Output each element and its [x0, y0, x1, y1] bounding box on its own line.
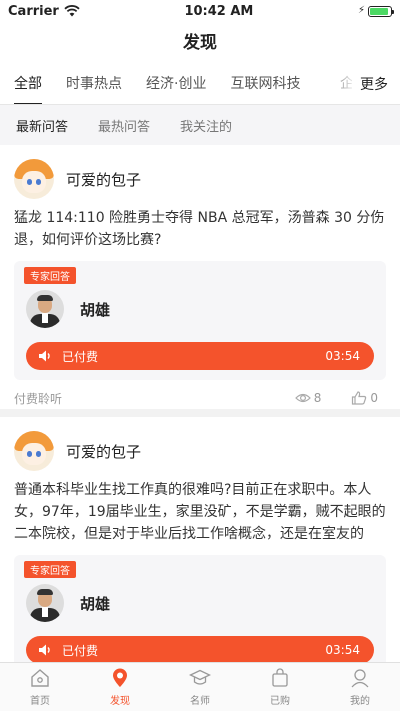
tab-current-affairs[interactable]: 时事热点 [66, 64, 122, 104]
expert-name[interactable]: 胡雄 [80, 593, 110, 614]
more-categories-label: 更多 [360, 77, 388, 93]
view-count: 8 [294, 391, 322, 405]
tab-purchased-label: 已购 [270, 696, 290, 707]
graduation-cap-icon [189, 669, 211, 685]
clock: 10:42 AM [184, 3, 254, 19]
paid-label: 已付费 [62, 643, 99, 658]
author-name[interactable]: 可爱的包子 [66, 169, 141, 190]
question-text[interactable]: 猛龙 114:110 险胜勇士夺得 NBA 总冠军，汤普森 30 分伤退，如何评… [14, 207, 386, 251]
tab-discover[interactable]: 发现 [80, 663, 160, 711]
author-name[interactable]: 可爱的包子 [66, 441, 141, 462]
audio-play-button[interactable]: 已付费 03:54 [26, 636, 374, 664]
home-icon [31, 669, 49, 687]
tab-all[interactable]: 全部 [14, 64, 42, 104]
author-row: 可爱的包子 [14, 423, 386, 479]
audio-play-button[interactable]: 已付费 03:54 [26, 342, 374, 370]
tab-home[interactable]: 首页 [0, 663, 80, 711]
subtab-hottest[interactable]: 最热问答 [98, 116, 150, 135]
expert-name[interactable]: 胡雄 [80, 299, 110, 320]
speaker-icon [39, 350, 50, 362]
avatar[interactable] [14, 159, 54, 199]
audio-duration: 03:54 [325, 643, 360, 657]
like-count-value: 0 [370, 391, 378, 405]
avatar[interactable] [14, 431, 54, 471]
tab-internet-tech[interactable]: 互联网科技 [230, 64, 300, 104]
paid-listen-label: 付费聆听 [14, 391, 63, 406]
expert-answer-box: 专家回答 胡雄 已付费 03:54 [14, 555, 386, 674]
expert-row: 胡雄 [26, 580, 374, 626]
battery-icon [367, 5, 394, 17]
tab-teachers[interactable]: 名师 [160, 663, 240, 711]
category-tabs: 全部 时事热点 经济·创业 互联网科技 企 更多 [0, 64, 400, 105]
expert-answer-tag: 专家回答 [24, 561, 76, 578]
card-meta-row: 付费聆听 8 0 [14, 380, 386, 416]
more-categories-button[interactable]: 更多 [338, 64, 400, 104]
view-count-value: 8 [313, 391, 322, 405]
speaker-icon [39, 644, 50, 656]
thumbs-up-icon [352, 391, 367, 405]
subtab-following[interactable]: 我关注的 [180, 116, 232, 135]
audio-duration: 03:54 [325, 349, 360, 363]
carrier-label: Carrier [8, 3, 59, 19]
status-left: Carrier [8, 4, 80, 19]
page-title: 发现 [183, 33, 217, 53]
tab-teachers-label: 名师 [190, 696, 210, 707]
bottom-tab-bar: 首页 发现 名师 已购 我的 [0, 662, 400, 711]
expert-avatar[interactable] [26, 290, 64, 328]
tab-profile[interactable]: 我的 [320, 663, 400, 711]
tab-home-label: 首页 [30, 696, 50, 707]
like-button[interactable]: 0 [351, 391, 378, 405]
sub-tabs: 最新问答 最热问答 我关注的 [0, 105, 400, 145]
tab-profile-label: 我的 [350, 696, 370, 707]
expert-avatar[interactable] [26, 584, 64, 622]
expert-answer-tag: 专家回答 [24, 267, 76, 284]
question-card[interactable]: 可爱的包子 普通本科毕业生找工作真的很难吗?目前正在求职中。本人女，97年，19… [0, 417, 400, 674]
eye-icon [294, 393, 311, 403]
status-bar: Carrier 10:42 AM ⚡ [0, 0, 400, 22]
battery-indicator: ⚡ [357, 5, 394, 17]
status-right: ⚡ [357, 5, 394, 17]
question-card[interactable]: 可爱的包子 猛龙 114:110 险胜勇士夺得 NBA 总冠军，汤普森 30 分… [0, 145, 400, 417]
author-row: 可爱的包子 [14, 151, 386, 207]
question-text[interactable]: 普通本科毕业生找工作真的很难吗?目前正在求职中。本人女，97年，19届毕业生，家… [14, 479, 386, 545]
tab-purchased[interactable]: 已购 [240, 663, 320, 711]
expert-row: 胡雄 [26, 286, 374, 332]
subtab-latest[interactable]: 最新问答 [16, 116, 68, 135]
discover-icon [113, 668, 127, 687]
shopping-bag-icon [272, 668, 288, 687]
expert-answer-box: 专家回答 胡雄 已付费 03:54 [14, 261, 386, 380]
profile-icon [351, 669, 369, 688]
tab-economy-business[interactable]: 经济·创业 [146, 64, 206, 104]
paid-label: 已付费 [62, 349, 99, 364]
tab-discover-label: 发现 [110, 696, 130, 707]
wifi-icon [64, 5, 80, 17]
charging-icon: ⚡ [357, 5, 365, 16]
